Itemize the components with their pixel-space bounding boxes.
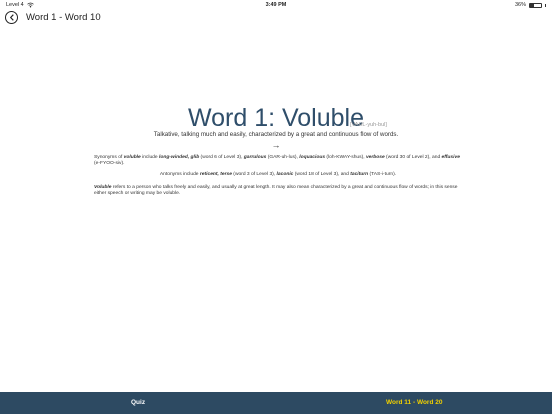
antonyms-text: Antonyms include	[159, 172, 200, 177]
status-bar: Level 4 3:49 PM 36%	[0, 0, 552, 10]
status-time: 3:49 PM	[265, 2, 287, 8]
synonym-term: effusive	[441, 155, 460, 160]
synonyms-word: voluble	[123, 155, 141, 160]
synonym-term: verbose	[365, 155, 385, 160]
antonyms-paragraph: Antonyms include reticent, terse (word 3…	[94, 172, 462, 178]
tab-bar: Quiz Word 11 - Word 20	[0, 392, 552, 414]
nav-title: Word 1 - Word 10	[26, 12, 101, 23]
synonyms-text: (word 30 of Level 2), and	[384, 155, 442, 160]
chevron-left-icon	[9, 14, 14, 21]
antonym-term: reticent, terse	[199, 172, 232, 177]
synonyms-text: (word 6 of Level 3),	[199, 155, 244, 160]
battery-percent: 36%	[514, 2, 526, 8]
quiz-tab[interactable]: Quiz	[131, 392, 145, 414]
synonyms-text: (GAR-uh-lus),	[266, 155, 300, 160]
synonyms-text: Synonyms of	[94, 155, 124, 160]
word-content: Word 1: Voluble [VAHL-yuh-bul] Talkative…	[0, 30, 552, 392]
definition: Talkative, talking much and easily, char…	[153, 131, 399, 138]
battery-level	[530, 3, 534, 7]
antonyms-text: (word 3 of Level 3),	[231, 172, 277, 177]
synonyms-text: (loh-KWAY-shus),	[325, 155, 366, 160]
synonym-term: long-winded, glib	[158, 155, 200, 160]
pronunciation: [VAHL-yuh-bul]	[350, 122, 387, 128]
word-title: Word 1: Voluble	[187, 104, 365, 132]
nav-bar: Word 1 - Word 10	[0, 10, 552, 30]
synonyms-paragraph: Synonyms of voluble include long-winded,…	[94, 155, 462, 168]
synonym-term: garrulous	[243, 155, 267, 160]
synonyms-text: include	[140, 155, 159, 160]
battery-tip	[545, 3, 546, 7]
battery-icon	[529, 2, 542, 8]
antonyms-text: (word 18 of Level 3), and	[293, 172, 351, 177]
usage-word: Voluble	[94, 185, 112, 190]
next-arrow-icon[interactable]: →	[0, 140, 552, 150]
antonym-term: laconic	[276, 172, 294, 177]
status-right: 36%	[515, 0, 546, 10]
usage-paragraph: Voluble refers to a person who talks fre…	[94, 185, 462, 198]
next-words-tab[interactable]: Word 11 - Word 20	[386, 392, 442, 414]
antonym-term: taciturn	[350, 172, 369, 177]
synonyms-text: (e-FYOO-siv).	[94, 161, 125, 167]
usage-text: refers to a person who talks freely and …	[94, 185, 458, 197]
antonyms-text: (TAS-i-turn).	[368, 172, 397, 177]
back-button[interactable]	[5, 11, 18, 24]
synonym-term: loquacious	[299, 155, 326, 160]
